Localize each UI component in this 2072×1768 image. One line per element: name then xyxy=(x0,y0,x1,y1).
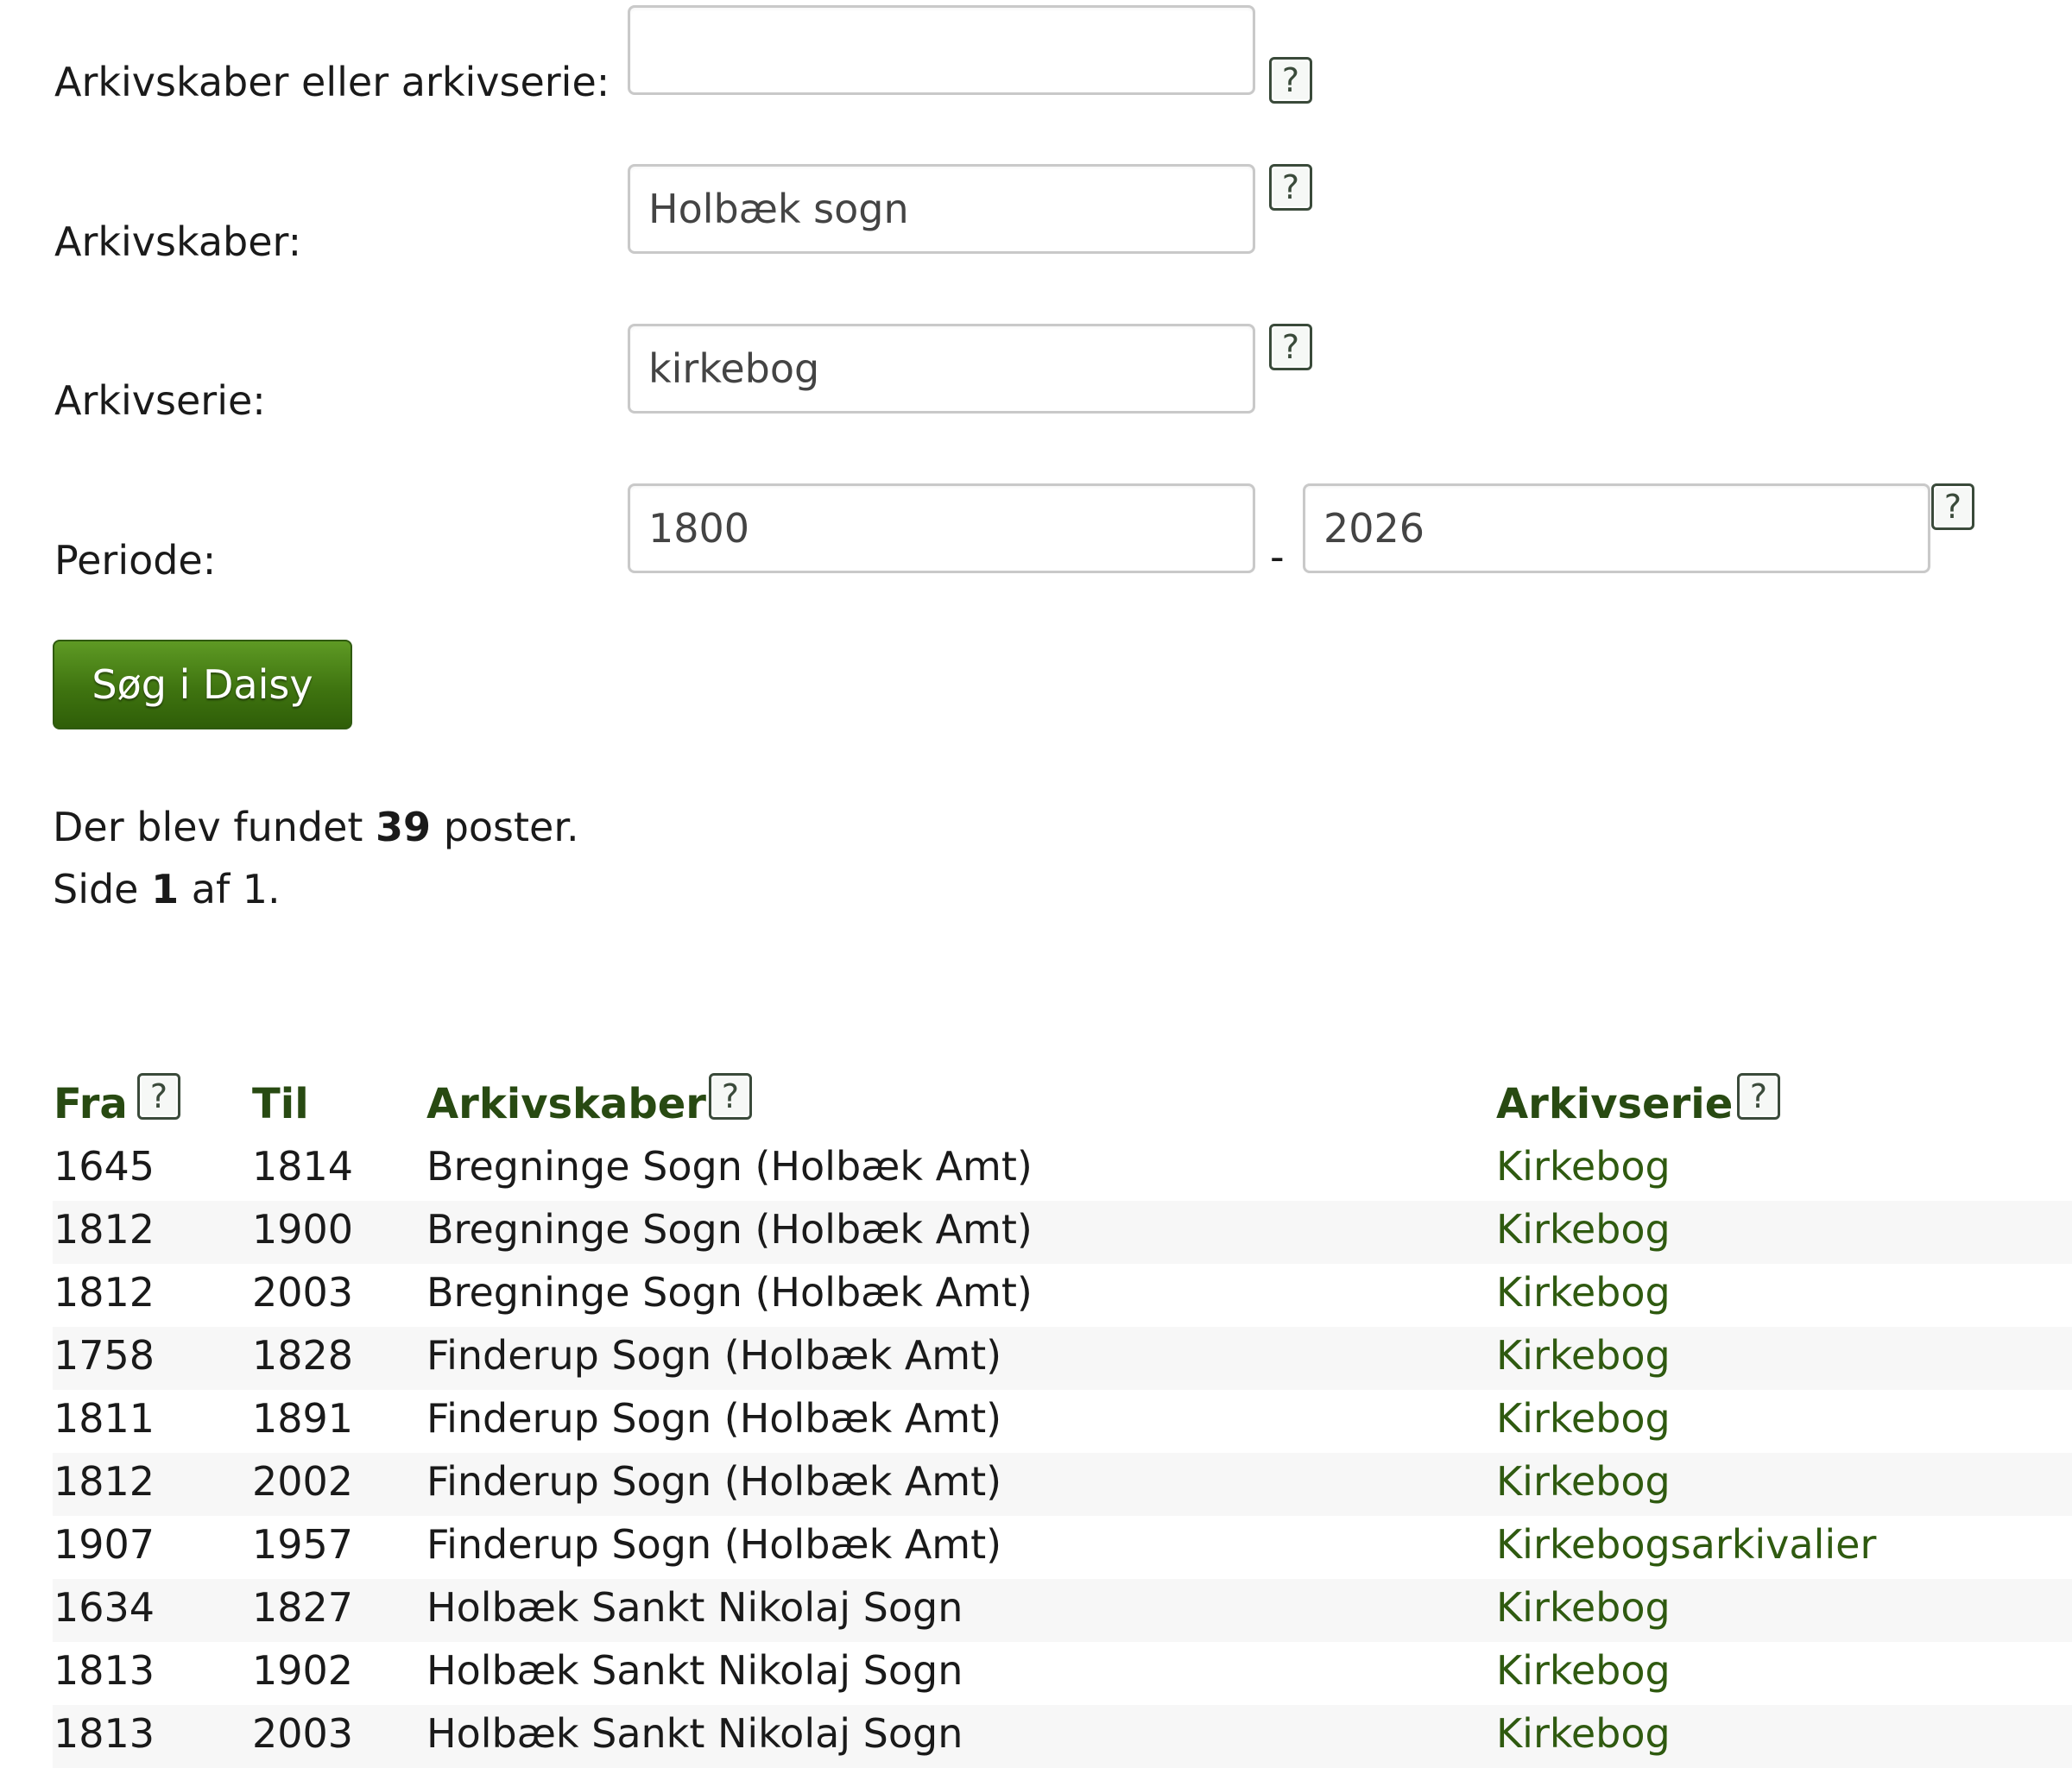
cell-to: 2002 xyxy=(252,1458,354,1505)
series-link[interactable]: Kirkebog xyxy=(1496,1272,1671,1312)
column-header-series[interactable]: Arkivserie xyxy=(1496,1083,1733,1125)
help-icon[interactable]: ? xyxy=(1269,324,1312,370)
cell-from: 1758 xyxy=(54,1332,155,1379)
cell-creator: Holbæk Sankt Nikolaj Sogn xyxy=(426,1647,963,1694)
series-link[interactable]: Kirkebog xyxy=(1496,1399,1671,1438)
series-input[interactable] xyxy=(628,324,1255,414)
cell-from: 1812 xyxy=(54,1269,155,1316)
cell-to: 2003 xyxy=(252,1710,354,1757)
cell-creator: Bregninge Sogn (Holbæk Amt) xyxy=(426,1143,1033,1190)
table-row: 1812 2002 Finderup Sogn (Holbæk Amt) Kir… xyxy=(53,1453,2072,1516)
help-icon[interactable]: ? xyxy=(1269,57,1312,104)
cell-creator: Finderup Sogn (Holbæk Amt) xyxy=(426,1458,1002,1505)
table-row: 1813 2003 Holbæk Sankt Nikolaj Sogn Kirk… xyxy=(53,1705,2072,1768)
period-separator: - xyxy=(1270,534,1285,580)
series-link[interactable]: Kirkebog xyxy=(1496,1209,1671,1249)
cell-from: 1813 xyxy=(54,1647,155,1694)
help-icon[interactable]: ? xyxy=(1269,164,1312,211)
series-link[interactable]: Kirkebog xyxy=(1496,1714,1671,1753)
search-button[interactable]: Søg i Daisy xyxy=(53,640,352,729)
series-link[interactable]: Kirkebog xyxy=(1496,1335,1671,1375)
page-indicator: Side 1 af 1. xyxy=(53,866,281,912)
help-icon[interactable]: ? xyxy=(137,1073,180,1120)
cell-from: 1634 xyxy=(54,1584,155,1631)
series-link[interactable]: Kirkebogsarkivalier xyxy=(1496,1525,1876,1564)
cell-from: 1645 xyxy=(54,1143,155,1190)
cell-from: 1813 xyxy=(54,1710,155,1757)
table-row: 1645 1814 Bregninge Sogn (Holbæk Amt) Ki… xyxy=(53,1138,2072,1201)
period-from-input[interactable] xyxy=(628,483,1255,573)
page-current-number: 1 xyxy=(151,866,180,912)
cell-from: 1811 xyxy=(54,1395,155,1442)
cell-creator: Holbæk Sankt Nikolaj Sogn xyxy=(426,1584,963,1631)
results-count-number: 39 xyxy=(376,804,432,850)
cell-creator: Finderup Sogn (Holbæk Amt) xyxy=(426,1332,1002,1379)
cell-to: 1891 xyxy=(252,1395,354,1442)
column-header-from[interactable]: Fra xyxy=(54,1083,128,1125)
cell-creator: Holbæk Sankt Nikolaj Sogn xyxy=(426,1710,963,1757)
period-to-input[interactable] xyxy=(1303,483,1930,573)
series-link[interactable]: Kirkebog xyxy=(1496,1462,1671,1501)
cell-creator: Finderup Sogn (Holbæk Amt) xyxy=(426,1521,1002,1568)
series-link[interactable]: Kirkebog xyxy=(1496,1146,1671,1186)
table-row: 1813 1902 Holbæk Sankt Nikolaj Sogn Kirk… xyxy=(53,1642,2072,1705)
cell-to: 1900 xyxy=(252,1206,354,1253)
results-table: 1645 1814 Bregninge Sogn (Holbæk Amt) Ki… xyxy=(53,1138,2072,1768)
creator-or-series-input[interactable] xyxy=(628,5,1255,95)
cell-to: 1828 xyxy=(252,1332,354,1379)
cell-to: 1957 xyxy=(252,1521,354,1568)
table-row: 1634 1827 Holbæk Sankt Nikolaj Sogn Kirk… xyxy=(53,1579,2072,1642)
period-label: Periode: xyxy=(54,537,217,584)
help-icon[interactable]: ? xyxy=(709,1073,752,1120)
help-icon[interactable]: ? xyxy=(1737,1073,1780,1120)
cell-creator: Bregninge Sogn (Holbæk Amt) xyxy=(426,1206,1033,1253)
cell-to: 1814 xyxy=(252,1143,354,1190)
cell-creator: Finderup Sogn (Holbæk Amt) xyxy=(426,1395,1002,1442)
cell-from: 1812 xyxy=(54,1458,155,1505)
table-row: 1812 2003 Bregninge Sogn (Holbæk Amt) Ki… xyxy=(53,1264,2072,1327)
cell-from: 1907 xyxy=(54,1521,155,1568)
cell-to: 2003 xyxy=(252,1269,354,1316)
cell-to: 1902 xyxy=(252,1647,354,1694)
creator-or-series-label: Arkivskaber eller arkivserie: xyxy=(54,59,610,105)
help-icon[interactable]: ? xyxy=(1931,483,1974,530)
cell-to: 1827 xyxy=(252,1584,354,1631)
creator-label: Arkivskaber: xyxy=(54,218,302,265)
series-link[interactable]: Kirkebog xyxy=(1496,1588,1671,1627)
column-header-to[interactable]: Til xyxy=(252,1083,309,1125)
table-row: 1758 1828 Finderup Sogn (Holbæk Amt) Kir… xyxy=(53,1327,2072,1390)
cell-creator: Bregninge Sogn (Holbæk Amt) xyxy=(426,1269,1033,1316)
creator-input[interactable] xyxy=(628,164,1255,254)
table-row: 1907 1957 Finderup Sogn (Holbæk Amt) Kir… xyxy=(53,1516,2072,1579)
table-row: 1812 1900 Bregninge Sogn (Holbæk Amt) Ki… xyxy=(53,1201,2072,1264)
series-label: Arkivserie: xyxy=(54,377,266,424)
cell-from: 1812 xyxy=(54,1206,155,1253)
column-header-creator[interactable]: Arkivskaber xyxy=(426,1083,706,1125)
results-count: Der blev fundet 39 poster. xyxy=(53,804,579,850)
table-row: 1811 1891 Finderup Sogn (Holbæk Amt) Kir… xyxy=(53,1390,2072,1453)
series-link[interactable]: Kirkebog xyxy=(1496,1651,1671,1690)
